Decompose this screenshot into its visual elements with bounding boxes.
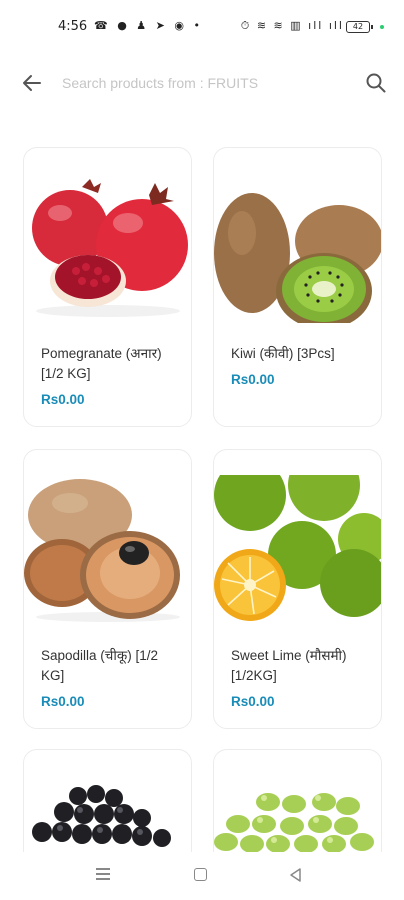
sapodilla-image <box>24 479 180 622</box>
recent-apps-icon[interactable] <box>96 868 110 880</box>
back-arrow-icon[interactable] <box>20 71 44 95</box>
status-bar: 4:56 ☎ ● ♟ ➤ ◉ • ⏱ ≋ ≋ ▥ ıll ıll 42 <box>0 0 404 56</box>
system-navigation-bar <box>0 852 404 900</box>
product-price: Rs0.00 <box>231 694 275 709</box>
search-header <box>0 62 404 104</box>
system-status-icons: ⏱ ≋ ≋ ▥ ıll ıll <box>240 19 344 32</box>
product-price: Rs0.00 <box>41 694 85 709</box>
notification-icons: ☎ ● ♟ ➤ ◉ • <box>94 19 203 32</box>
kiwi-image <box>214 193 381 323</box>
nav-back-icon[interactable] <box>288 867 304 883</box>
status-time: 4:56 <box>58 19 88 34</box>
battery-icon: 42 <box>346 21 373 33</box>
product-card-sweet-lime[interactable]: Sweet Lime (मौसमी) [1/2KG] Rs0.00 <box>213 449 382 729</box>
product-card-pomegranate[interactable]: Pomegranate (अनार) [1/2 KG] Rs0.00 <box>23 147 192 427</box>
pomegranate-image <box>32 179 188 317</box>
product-name: Pomegranate (अनार) [1/2 KG] <box>41 346 162 381</box>
home-icon[interactable] <box>194 868 207 881</box>
search-input[interactable] <box>62 68 352 98</box>
product-price: Rs0.00 <box>41 392 85 407</box>
sweet-lime-image <box>214 475 381 621</box>
product-name: Sweet Lime (मौसमी) [1/2KG] <box>231 648 347 683</box>
product-name: Sapodilla (चीकू) [1/2 KG] <box>41 648 158 683</box>
product-price: Rs0.00 <box>231 372 275 387</box>
product-name: Kiwi (कीवी) [3Pcs] <box>231 346 335 361</box>
privacy-indicator-icon <box>380 25 384 29</box>
product-card-kiwi[interactable]: Kiwi (कीवी) [3Pcs] Rs0.00 <box>213 147 382 427</box>
search-icon[interactable] <box>364 71 388 95</box>
product-card-sapodilla[interactable]: Sapodilla (चीकू) [1/2 KG] Rs0.00 <box>23 449 192 729</box>
